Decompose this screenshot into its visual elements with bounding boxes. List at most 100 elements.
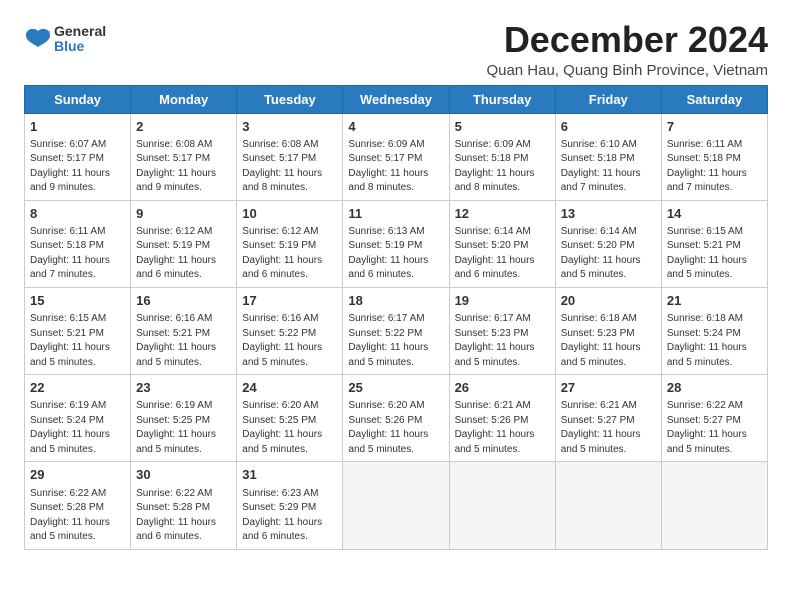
day-detail: Sunrise: 6:11 AMSunset: 5:18 PMDaylight:…: [667, 138, 762, 196]
day-of-week-header: Sunday: [25, 85, 131, 113]
logo: General Blue: [24, 24, 106, 55]
calendar-day: 31 Sunrise: 6:23 AMSunset: 5:29 PMDaylig…: [237, 462, 343, 549]
day-detail: Sunrise: 6:22 AMSunset: 5:28 PMDaylight:…: [30, 487, 125, 545]
calendar-week-row: 15 Sunrise: 6:15 AMSunset: 5:21 PMDaylig…: [25, 287, 768, 374]
day-number: 11: [348, 205, 443, 223]
calendar-week-row: 22 Sunrise: 6:19 AMSunset: 5:24 PMDaylig…: [25, 375, 768, 462]
day-detail: Sunrise: 6:09 AMSunset: 5:18 PMDaylight:…: [455, 138, 550, 196]
day-number: 1: [30, 118, 125, 136]
month-title: December 2024: [486, 20, 768, 60]
day-detail: Sunrise: 6:07 AMSunset: 5:17 PMDaylight:…: [30, 138, 125, 196]
day-detail: Sunrise: 6:18 AMSunset: 5:24 PMDaylight:…: [667, 312, 762, 370]
day-number: 3: [242, 118, 337, 136]
calendar-day: 6 Sunrise: 6:10 AMSunset: 5:18 PMDayligh…: [555, 113, 661, 200]
day-detail: Sunrise: 6:15 AMSunset: 5:21 PMDaylight:…: [667, 225, 762, 283]
day-detail: Sunrise: 6:16 AMSunset: 5:21 PMDaylight:…: [136, 312, 231, 370]
day-number: 28: [667, 379, 762, 397]
calendar-day: 3 Sunrise: 6:08 AMSunset: 5:17 PMDayligh…: [237, 113, 343, 200]
calendar-day: 2 Sunrise: 6:08 AMSunset: 5:17 PMDayligh…: [131, 113, 237, 200]
day-detail: Sunrise: 6:23 AMSunset: 5:29 PMDaylight:…: [242, 487, 337, 545]
calendar-day: 30 Sunrise: 6:22 AMSunset: 5:28 PMDaylig…: [131, 462, 237, 549]
day-detail: Sunrise: 6:17 AMSunset: 5:22 PMDaylight:…: [348, 312, 443, 370]
day-detail: Sunrise: 6:08 AMSunset: 5:17 PMDaylight:…: [136, 138, 231, 196]
day-detail: Sunrise: 6:19 AMSunset: 5:24 PMDaylight:…: [30, 399, 125, 457]
day-detail: Sunrise: 6:19 AMSunset: 5:25 PMDaylight:…: [136, 399, 231, 457]
calendar-day: 10 Sunrise: 6:12 AMSunset: 5:19 PMDaylig…: [237, 200, 343, 287]
day-number: 9: [136, 205, 231, 223]
calendar-header-row: SundayMondayTuesdayWednesdayThursdayFrid…: [25, 85, 768, 113]
day-number: 21: [667, 292, 762, 310]
day-of-week-header: Thursday: [449, 85, 555, 113]
logo-text-blue: Blue: [54, 39, 106, 54]
day-number: 5: [455, 118, 550, 136]
day-number: 20: [561, 292, 656, 310]
calendar-day: 11 Sunrise: 6:13 AMSunset: 5:19 PMDaylig…: [343, 200, 449, 287]
day-detail: Sunrise: 6:17 AMSunset: 5:23 PMDaylight:…: [455, 312, 550, 370]
day-detail: Sunrise: 6:10 AMSunset: 5:18 PMDaylight:…: [561, 138, 656, 196]
day-detail: Sunrise: 6:13 AMSunset: 5:19 PMDaylight:…: [348, 225, 443, 283]
calendar-day: 27 Sunrise: 6:21 AMSunset: 5:27 PMDaylig…: [555, 375, 661, 462]
day-number: 24: [242, 379, 337, 397]
day-detail: Sunrise: 6:09 AMSunset: 5:17 PMDaylight:…: [348, 138, 443, 196]
day-number: 2: [136, 118, 231, 136]
day-number: 7: [667, 118, 762, 136]
calendar-day: 19 Sunrise: 6:17 AMSunset: 5:23 PMDaylig…: [449, 287, 555, 374]
day-number: 29: [30, 466, 125, 484]
calendar-day: 16 Sunrise: 6:16 AMSunset: 5:21 PMDaylig…: [131, 287, 237, 374]
calendar-day: 1 Sunrise: 6:07 AMSunset: 5:17 PMDayligh…: [25, 113, 131, 200]
calendar-week-row: 29 Sunrise: 6:22 AMSunset: 5:28 PMDaylig…: [25, 462, 768, 549]
calendar-day: 29 Sunrise: 6:22 AMSunset: 5:28 PMDaylig…: [25, 462, 131, 549]
day-detail: Sunrise: 6:20 AMSunset: 5:25 PMDaylight:…: [242, 399, 337, 457]
calendar-day: [449, 462, 555, 549]
day-detail: Sunrise: 6:22 AMSunset: 5:27 PMDaylight:…: [667, 399, 762, 457]
day-detail: Sunrise: 6:14 AMSunset: 5:20 PMDaylight:…: [561, 225, 656, 283]
day-detail: Sunrise: 6:11 AMSunset: 5:18 PMDaylight:…: [30, 225, 125, 283]
day-number: 4: [348, 118, 443, 136]
day-detail: Sunrise: 6:14 AMSunset: 5:20 PMDaylight:…: [455, 225, 550, 283]
calendar-day: 23 Sunrise: 6:19 AMSunset: 5:25 PMDaylig…: [131, 375, 237, 462]
day-number: 27: [561, 379, 656, 397]
logo-bird-icon: [24, 25, 52, 53]
calendar-day: 25 Sunrise: 6:20 AMSunset: 5:26 PMDaylig…: [343, 375, 449, 462]
day-of-week-header: Wednesday: [343, 85, 449, 113]
day-number: 6: [561, 118, 656, 136]
day-of-week-header: Saturday: [661, 85, 767, 113]
day-detail: Sunrise: 6:21 AMSunset: 5:27 PMDaylight:…: [561, 399, 656, 457]
day-number: 23: [136, 379, 231, 397]
day-number: 16: [136, 292, 231, 310]
title-area: December 2024 Quan Hau, Quang Binh Provi…: [486, 20, 768, 79]
calendar-day: [343, 462, 449, 549]
day-of-week-header: Monday: [131, 85, 237, 113]
day-number: 25: [348, 379, 443, 397]
day-detail: Sunrise: 6:22 AMSunset: 5:28 PMDaylight:…: [136, 487, 231, 545]
calendar-day: 13 Sunrise: 6:14 AMSunset: 5:20 PMDaylig…: [555, 200, 661, 287]
calendar-day: 28 Sunrise: 6:22 AMSunset: 5:27 PMDaylig…: [661, 375, 767, 462]
calendar-day: 21 Sunrise: 6:18 AMSunset: 5:24 PMDaylig…: [661, 287, 767, 374]
day-of-week-header: Tuesday: [237, 85, 343, 113]
calendar-week-row: 8 Sunrise: 6:11 AMSunset: 5:18 PMDayligh…: [25, 200, 768, 287]
calendar-day: 26 Sunrise: 6:21 AMSunset: 5:26 PMDaylig…: [449, 375, 555, 462]
day-detail: Sunrise: 6:12 AMSunset: 5:19 PMDaylight:…: [242, 225, 337, 283]
day-number: 14: [667, 205, 762, 223]
day-number: 22: [30, 379, 125, 397]
day-of-week-header: Friday: [555, 85, 661, 113]
day-detail: Sunrise: 6:21 AMSunset: 5:26 PMDaylight:…: [455, 399, 550, 457]
calendar-day: 22 Sunrise: 6:19 AMSunset: 5:24 PMDaylig…: [25, 375, 131, 462]
calendar-day: 4 Sunrise: 6:09 AMSunset: 5:17 PMDayligh…: [343, 113, 449, 200]
day-detail: Sunrise: 6:08 AMSunset: 5:17 PMDaylight:…: [242, 138, 337, 196]
day-number: 31: [242, 466, 337, 484]
calendar-table: SundayMondayTuesdayWednesdayThursdayFrid…: [24, 85, 768, 550]
calendar-day: 5 Sunrise: 6:09 AMSunset: 5:18 PMDayligh…: [449, 113, 555, 200]
calendar-day: 20 Sunrise: 6:18 AMSunset: 5:23 PMDaylig…: [555, 287, 661, 374]
calendar-day: 15 Sunrise: 6:15 AMSunset: 5:21 PMDaylig…: [25, 287, 131, 374]
day-number: 10: [242, 205, 337, 223]
day-number: 19: [455, 292, 550, 310]
day-number: 17: [242, 292, 337, 310]
logo-text-general: General: [54, 24, 106, 39]
day-number: 13: [561, 205, 656, 223]
day-detail: Sunrise: 6:18 AMSunset: 5:23 PMDaylight:…: [561, 312, 656, 370]
calendar-day: [661, 462, 767, 549]
calendar-day: 8 Sunrise: 6:11 AMSunset: 5:18 PMDayligh…: [25, 200, 131, 287]
calendar-day: 7 Sunrise: 6:11 AMSunset: 5:18 PMDayligh…: [661, 113, 767, 200]
day-number: 12: [455, 205, 550, 223]
